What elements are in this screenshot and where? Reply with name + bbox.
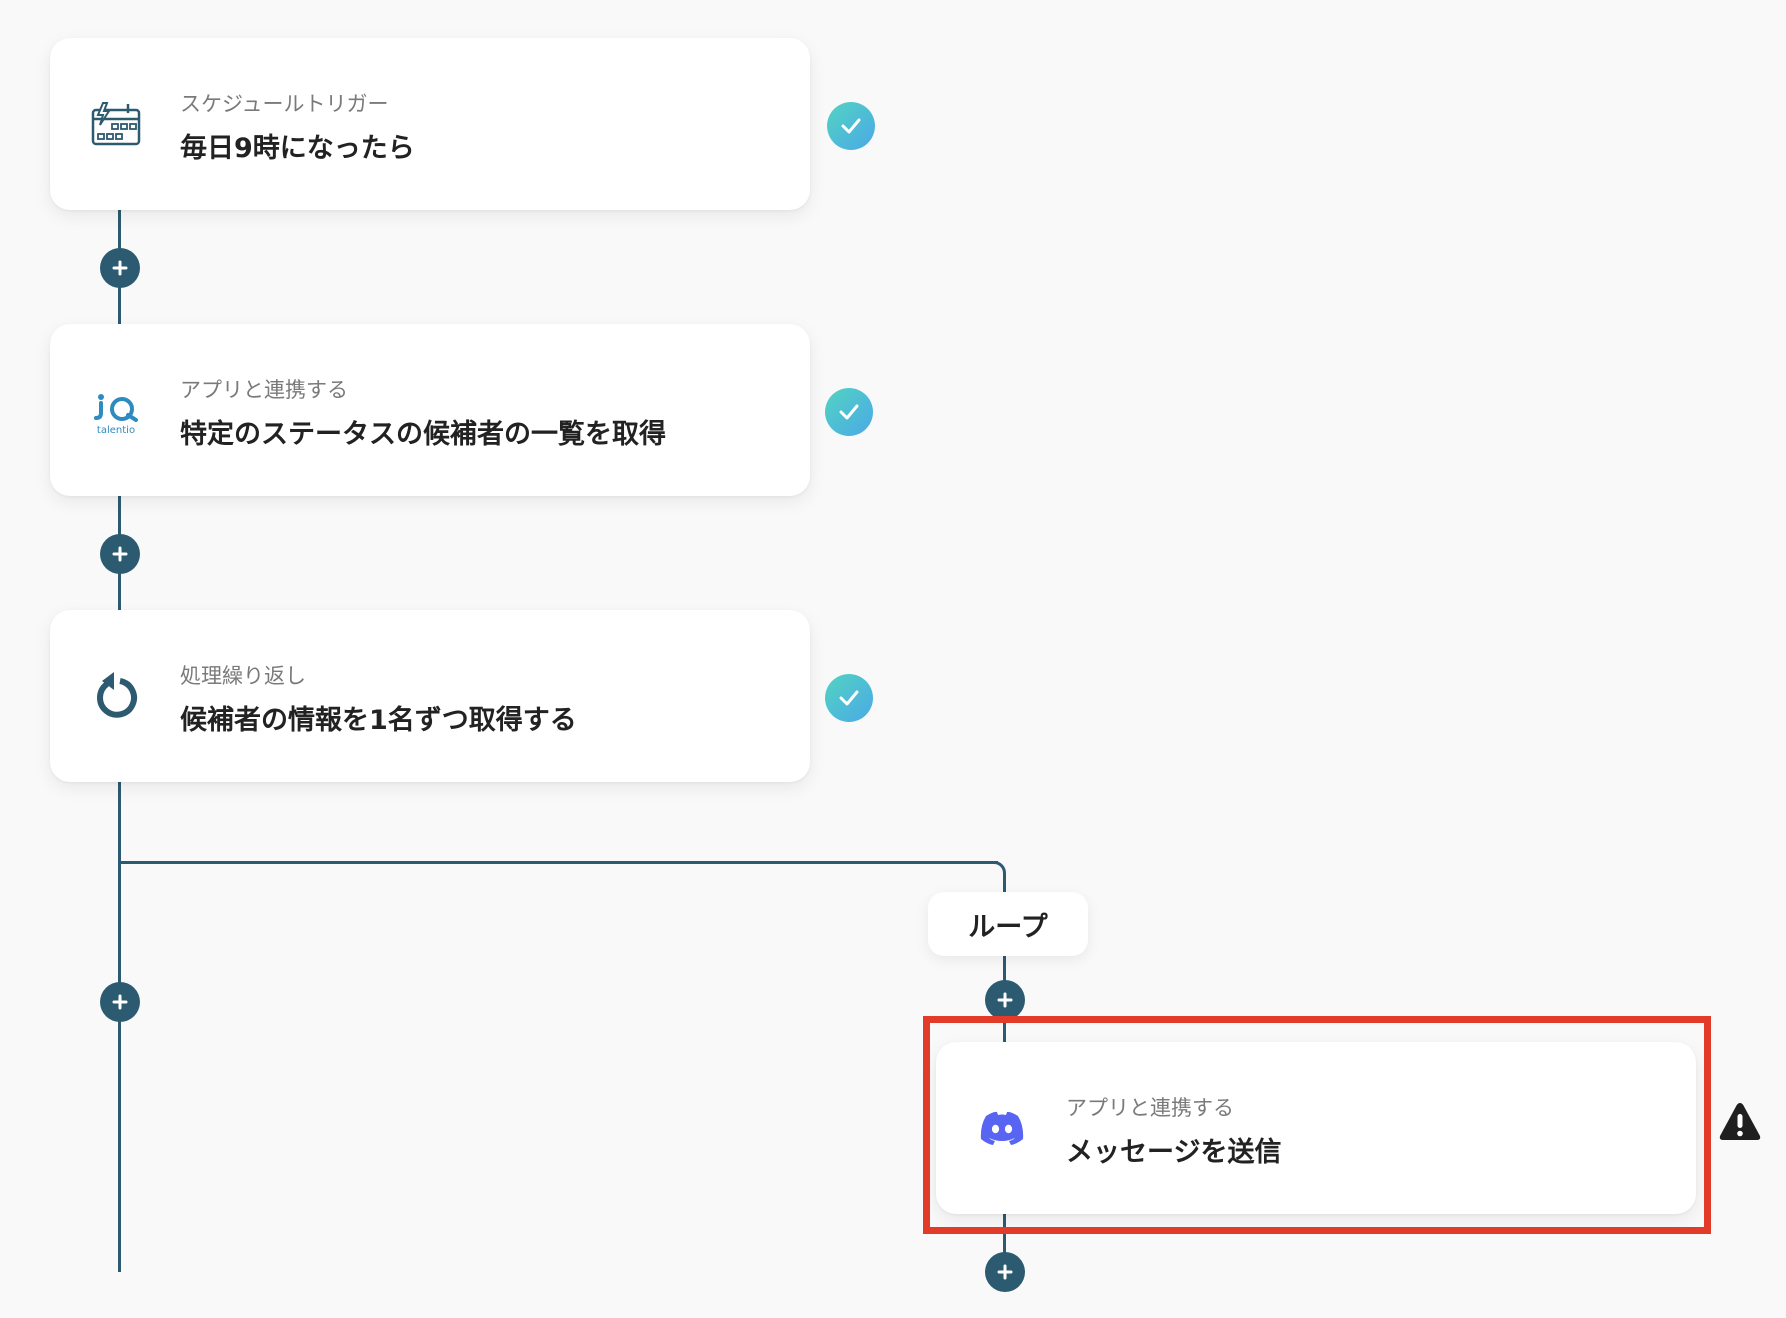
step-title: 特定のステータスの候補者の一覧を取得 bbox=[180, 419, 666, 450]
add-step-button[interactable] bbox=[100, 534, 140, 574]
add-loop-step-button[interactable] bbox=[985, 980, 1025, 1020]
step-card-talentio[interactable]: talentio アプリと連携する 特定のステータスの候補者の一覧を取得 bbox=[50, 324, 810, 496]
step-title: 毎日9時になったら bbox=[180, 133, 415, 164]
add-step-button[interactable] bbox=[100, 248, 140, 288]
plus-icon bbox=[997, 1264, 1013, 1280]
plus-icon bbox=[997, 992, 1013, 1008]
check-icon bbox=[827, 102, 875, 150]
check-icon bbox=[825, 388, 873, 436]
warning-icon bbox=[1719, 1103, 1761, 1140]
connector-line-branch-horizontal bbox=[118, 861, 998, 864]
step-title: 候補者の情報を1名ずつ取得する bbox=[180, 705, 577, 736]
svg-text:talentio: talentio bbox=[97, 425, 135, 436]
loop-label: ループ bbox=[928, 892, 1088, 956]
add-step-button[interactable] bbox=[100, 982, 140, 1022]
step-subtitle: アプリと連携する bbox=[180, 378, 348, 402]
step-card-schedule-trigger[interactable]: スケジュールトリガー 毎日9時になったら bbox=[50, 38, 810, 210]
talentio-logo: talentio bbox=[94, 394, 138, 436]
plus-icon bbox=[112, 260, 128, 276]
loop-arrow-icon bbox=[97, 672, 138, 718]
step-subtitle: 処理繰り返し bbox=[180, 664, 306, 688]
plus-icon bbox=[112, 546, 128, 562]
add-loop-step-button[interactable] bbox=[985, 1252, 1025, 1292]
step-subtitle: スケジュールトリガー bbox=[180, 92, 389, 116]
highlight-box bbox=[923, 1016, 1711, 1234]
check-icon bbox=[825, 674, 873, 722]
schedule-trigger-icon bbox=[91, 102, 141, 146]
step-card-loop[interactable]: 処理繰り返し 候補者の情報を1名ずつ取得する bbox=[50, 610, 810, 782]
plus-icon bbox=[112, 994, 128, 1010]
